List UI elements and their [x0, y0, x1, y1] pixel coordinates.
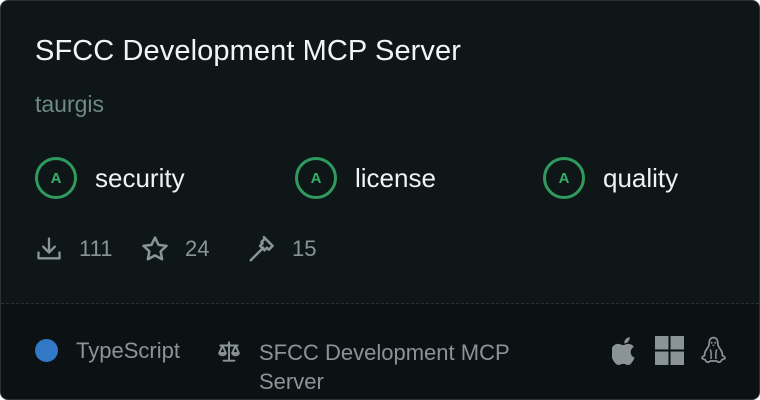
scale-icon	[218, 341, 240, 362]
quality-badge[interactable]: A quality	[543, 154, 678, 202]
star-icon	[142, 236, 168, 261]
security-badge[interactable]: A security	[35, 154, 185, 202]
language-label: TypeScript	[76, 338, 180, 363]
stars-count: 24	[185, 236, 210, 261]
server-author[interactable]: taurgis	[35, 91, 104, 118]
download-icon	[37, 237, 61, 260]
license-grade-icon: A	[295, 157, 337, 199]
tools-stat: 15	[247, 234, 316, 264]
hammer-icon	[249, 235, 274, 262]
linux-icon	[701, 336, 726, 364]
license-badge[interactable]: A license	[295, 154, 436, 202]
security-label: security	[95, 162, 185, 193]
server-title[interactable]: SFCC Development MCP Server	[35, 35, 461, 68]
quality-grade-icon: A	[543, 157, 585, 199]
windows-icon	[655, 336, 684, 365]
tools-count: 15	[292, 236, 317, 261]
license-label: license	[355, 162, 436, 193]
license-name: SFCC Development MCP Server	[259, 340, 510, 394]
apple-icon	[612, 337, 635, 366]
downloads-count: 111	[79, 236, 113, 261]
quality-label: quality	[603, 162, 679, 193]
security-grade-icon: A	[35, 157, 77, 199]
language-color-dot	[35, 339, 58, 362]
server-card[interactable]: SFCC Development MCP Server taurgis A se…	[0, 0, 760, 400]
downloads-stat: 111	[35, 234, 112, 264]
stars-stat: 24	[140, 234, 209, 264]
